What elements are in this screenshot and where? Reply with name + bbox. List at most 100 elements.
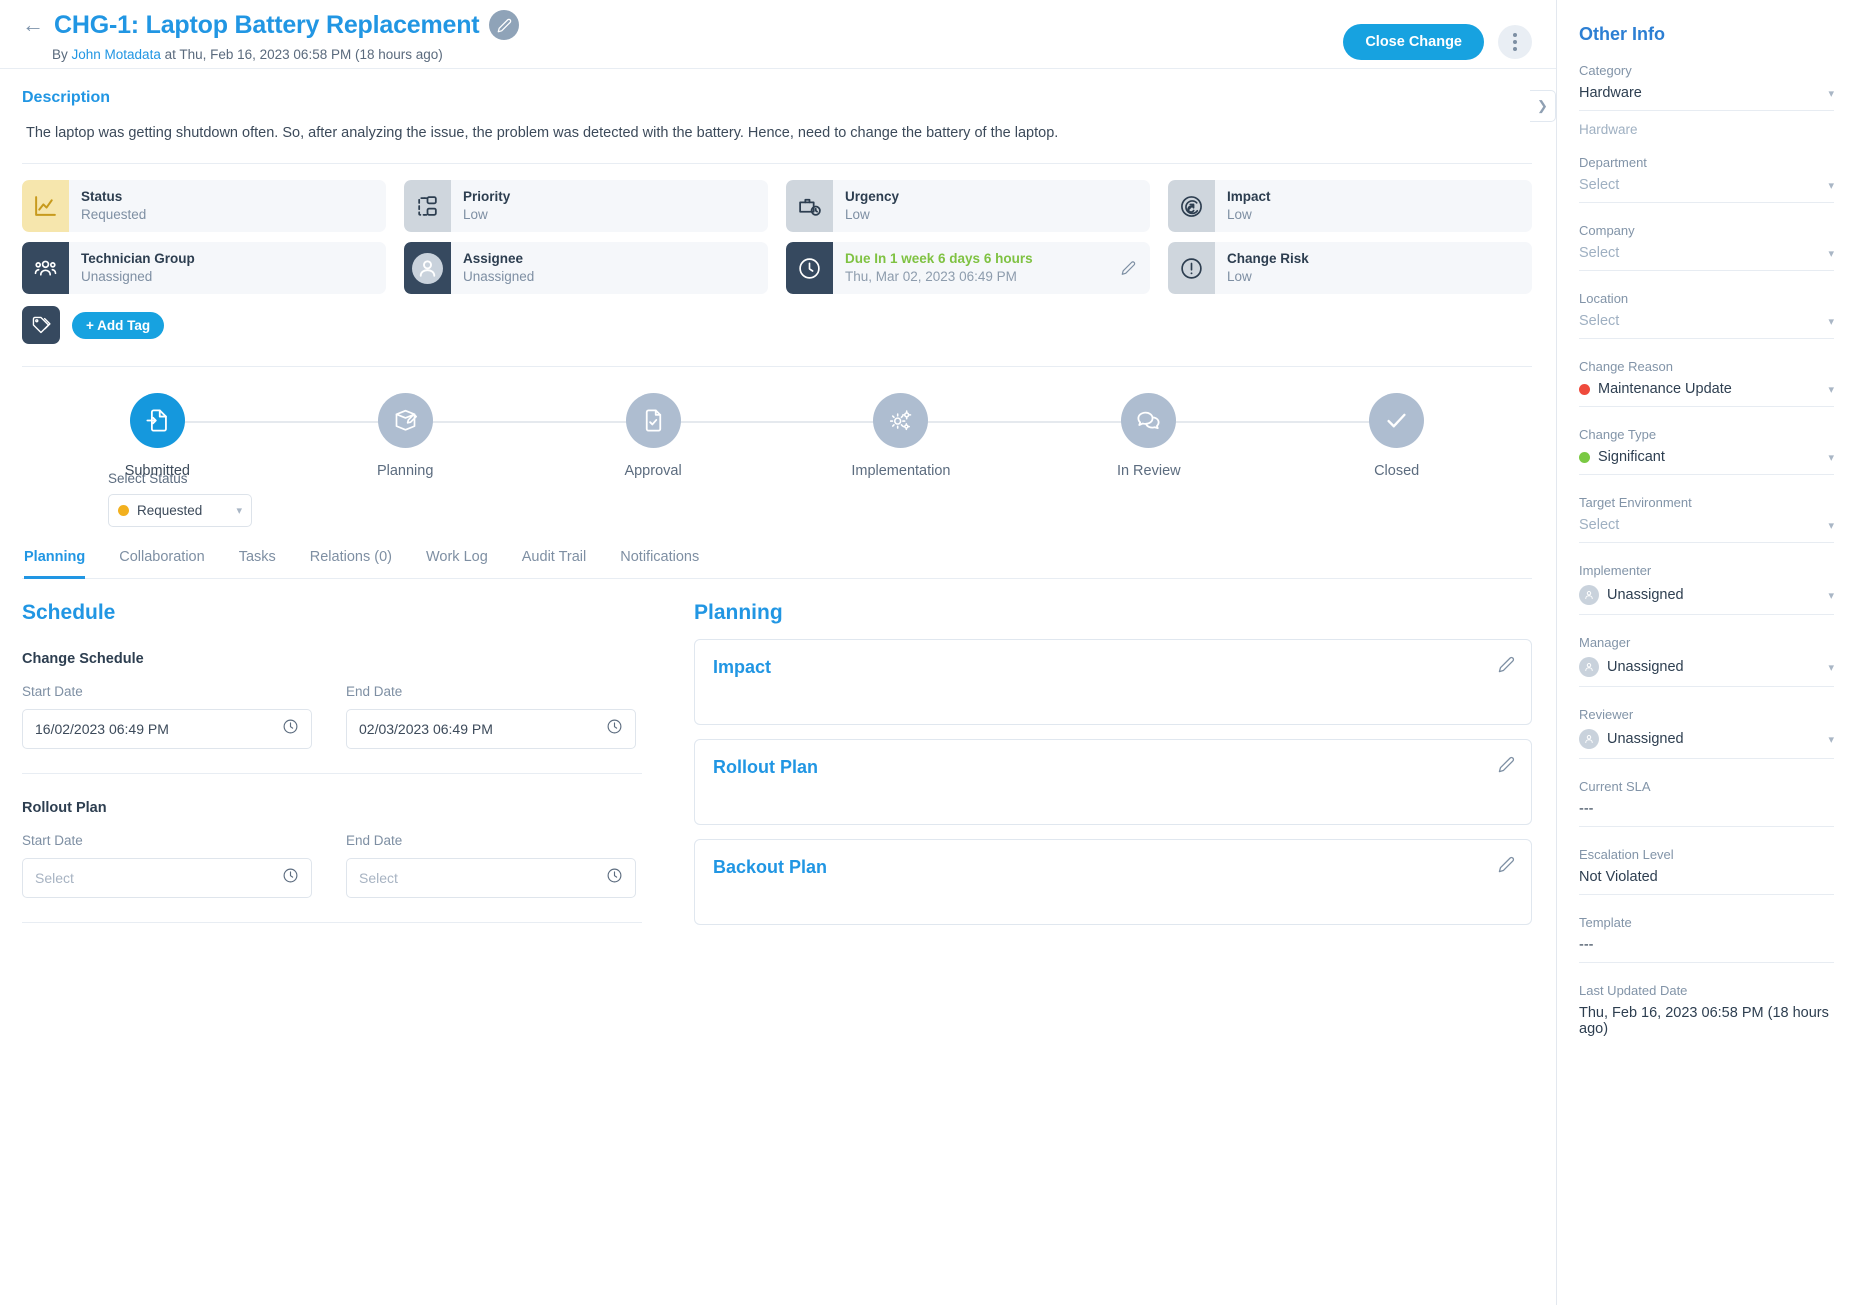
info-card-change-risk[interactable]: Change Risk Low	[1168, 242, 1532, 294]
planning-box-impact[interactable]: Impact	[694, 639, 1532, 725]
field-value: Select	[1579, 517, 1620, 533]
chevron-down-icon: ▾	[1828, 247, 1834, 260]
stepper-row: Submitted Planning Approval Implementati…	[34, 393, 1520, 479]
chart-line-icon	[22, 180, 69, 232]
due-label: Due In 1 week 6 days 6 hours	[845, 250, 1033, 266]
step-in-review[interactable]: In Review	[1025, 393, 1272, 479]
info-card-priority[interactable]: Priority Low	[404, 180, 768, 232]
pencil-icon[interactable]	[1498, 656, 1515, 673]
chevron-down-icon: ▾	[1828, 733, 1834, 746]
chevron-right-icon[interactable]: ❯	[1530, 90, 1556, 122]
briefcase-clock-icon	[786, 180, 833, 232]
clock-icon[interactable]	[282, 867, 299, 889]
info-card-due[interactable]: Due In 1 week 6 days 6 hours Thu, Mar 02…	[786, 242, 1150, 294]
tab-planning[interactable]: Planning	[24, 549, 86, 579]
step-closed[interactable]: Closed	[1273, 393, 1520, 479]
tags-row: + Add Tag	[22, 306, 1532, 344]
tags-divider	[22, 366, 1532, 367]
field-label: End Date	[346, 684, 403, 699]
target-environment-select[interactable]: Select ▾	[1579, 517, 1834, 542]
tab-collaboration[interactable]: Collaboration	[119, 549, 204, 579]
tab-audit-trail[interactable]: Audit Trail	[522, 549, 586, 579]
rollout-fields: Start Date Select End Date Select	[22, 833, 662, 898]
tab-tasks[interactable]: Tasks	[239, 549, 276, 579]
planning-box-rollout-plan[interactable]: Rollout Plan	[694, 739, 1532, 825]
other-info-panel: Other Info Category Hardware ▾ Hardware …	[1556, 0, 1856, 1305]
status-dot	[1579, 451, 1590, 463]
step-label: Implementation	[851, 463, 951, 479]
byline-author-link[interactable]: John Motadata	[72, 47, 161, 62]
due-value: Thu, Mar 02, 2023 06:49 PM	[845, 268, 1017, 284]
step-label: Planning	[376, 463, 434, 479]
clock-icon[interactable]	[282, 718, 299, 740]
check-icon	[1369, 393, 1425, 448]
info-card-label: Status	[81, 188, 123, 204]
chevron-down-icon: ▾	[1828, 451, 1834, 464]
field-label: End Date	[346, 833, 403, 848]
tab-panel-planning: Schedule Change Schedule Start Date 16/0…	[22, 601, 1532, 925]
change-start-date-input[interactable]: 16/02/2023 06:49 PM	[22, 709, 312, 749]
field-value: Select	[1579, 245, 1620, 261]
info-card-assignee[interactable]: Assignee Unassigned	[404, 242, 768, 294]
location-select[interactable]: Select ▾	[1579, 313, 1834, 338]
chevron-down-icon: ▾	[236, 505, 242, 517]
info-card-technician-group[interactable]: Technician Group Unassigned	[22, 242, 386, 294]
step-implementation[interactable]: Implementation	[778, 393, 1025, 479]
change-end-date-input[interactable]: 02/03/2023 06:49 PM	[346, 709, 636, 749]
chevron-down-icon: ▾	[1828, 589, 1834, 602]
category-select[interactable]: Hardware ▾	[1579, 85, 1834, 110]
info-card-value: Requested	[81, 206, 147, 222]
info-card-urgency[interactable]: Urgency Low	[786, 180, 1150, 232]
step-approval[interactable]: Approval	[530, 393, 777, 479]
chevron-down-icon: ▾	[1828, 315, 1834, 328]
field-label: Manager	[1579, 635, 1631, 650]
divider	[1579, 962, 1834, 963]
pencil-icon[interactable]	[1498, 856, 1515, 873]
implementer-select[interactable]: Unassigned ▾	[1579, 585, 1834, 614]
info-card-label: Impact	[1227, 188, 1271, 204]
field-department: Department Select ▾	[1579, 155, 1834, 223]
info-card-impact[interactable]: Impact Low	[1168, 180, 1532, 232]
description-divider	[22, 163, 1532, 164]
tab-work-log[interactable]: Work Log	[426, 549, 488, 579]
field-value: Thu, Feb 16, 2023 06:58 PM (18 hours ago…	[1579, 1005, 1829, 1037]
info-card-label: Change Risk	[1227, 250, 1309, 266]
header-left: ← CHG-1: Laptop Battery Replacement By J…	[22, 10, 520, 62]
description-title: Description	[22, 89, 111, 106]
close-change-button[interactable]: Close Change	[1343, 24, 1484, 60]
field-template: Template ---	[1579, 915, 1834, 983]
rollout-start-date-input[interactable]: Select	[22, 858, 312, 898]
info-card-status[interactable]: Status Requested	[22, 180, 386, 232]
pencil-icon[interactable]	[1498, 756, 1515, 773]
arrow-left-icon[interactable]: ←	[22, 14, 44, 36]
add-tag-button[interactable]: + Add Tag	[72, 311, 165, 339]
department-select[interactable]: Select ▾	[1579, 177, 1834, 202]
planning-box-title: Backout Plan	[713, 857, 828, 877]
field-category: Category Hardware ▾ Hardware	[1579, 63, 1834, 155]
status-dot	[118, 505, 129, 516]
chat-bubbles-icon	[1121, 393, 1177, 448]
field-target-environment: Target Environment Select ▾	[1579, 495, 1834, 563]
manager-select[interactable]: Unassigned ▾	[1579, 657, 1834, 686]
page-header: ← CHG-1: Laptop Battery Replacement By J…	[0, 0, 1556, 68]
status-select[interactable]: Requested ▾	[108, 494, 252, 527]
step-submitted[interactable]: Submitted	[34, 393, 281, 479]
more-vertical-icon[interactable]	[1498, 25, 1532, 59]
info-card-label: Technician Group	[81, 250, 195, 266]
step-planning[interactable]: Planning	[282, 393, 529, 479]
company-select[interactable]: Select ▾	[1579, 245, 1834, 270]
reviewer-select[interactable]: Unassigned ▾	[1579, 729, 1834, 758]
clock-icon[interactable]	[606, 718, 623, 740]
planning-box-backout-plan[interactable]: Backout Plan	[694, 839, 1532, 925]
tab-relations[interactable]: Relations (0)	[310, 549, 392, 579]
clock-icon[interactable]	[606, 867, 623, 889]
change-type-select[interactable]: Significant ▾	[1579, 449, 1834, 474]
tab-notifications[interactable]: Notifications	[620, 549, 699, 579]
pencil-icon[interactable]	[489, 10, 520, 40]
field-label: Last Updated Date	[1579, 983, 1688, 998]
rollout-end-date-input[interactable]: Select	[346, 858, 636, 898]
pencil-icon[interactable]	[1121, 261, 1136, 276]
change-reason-select[interactable]: Maintenance Update ▾	[1579, 381, 1834, 406]
field-placeholder: Select	[359, 870, 398, 886]
divider	[1579, 110, 1834, 111]
